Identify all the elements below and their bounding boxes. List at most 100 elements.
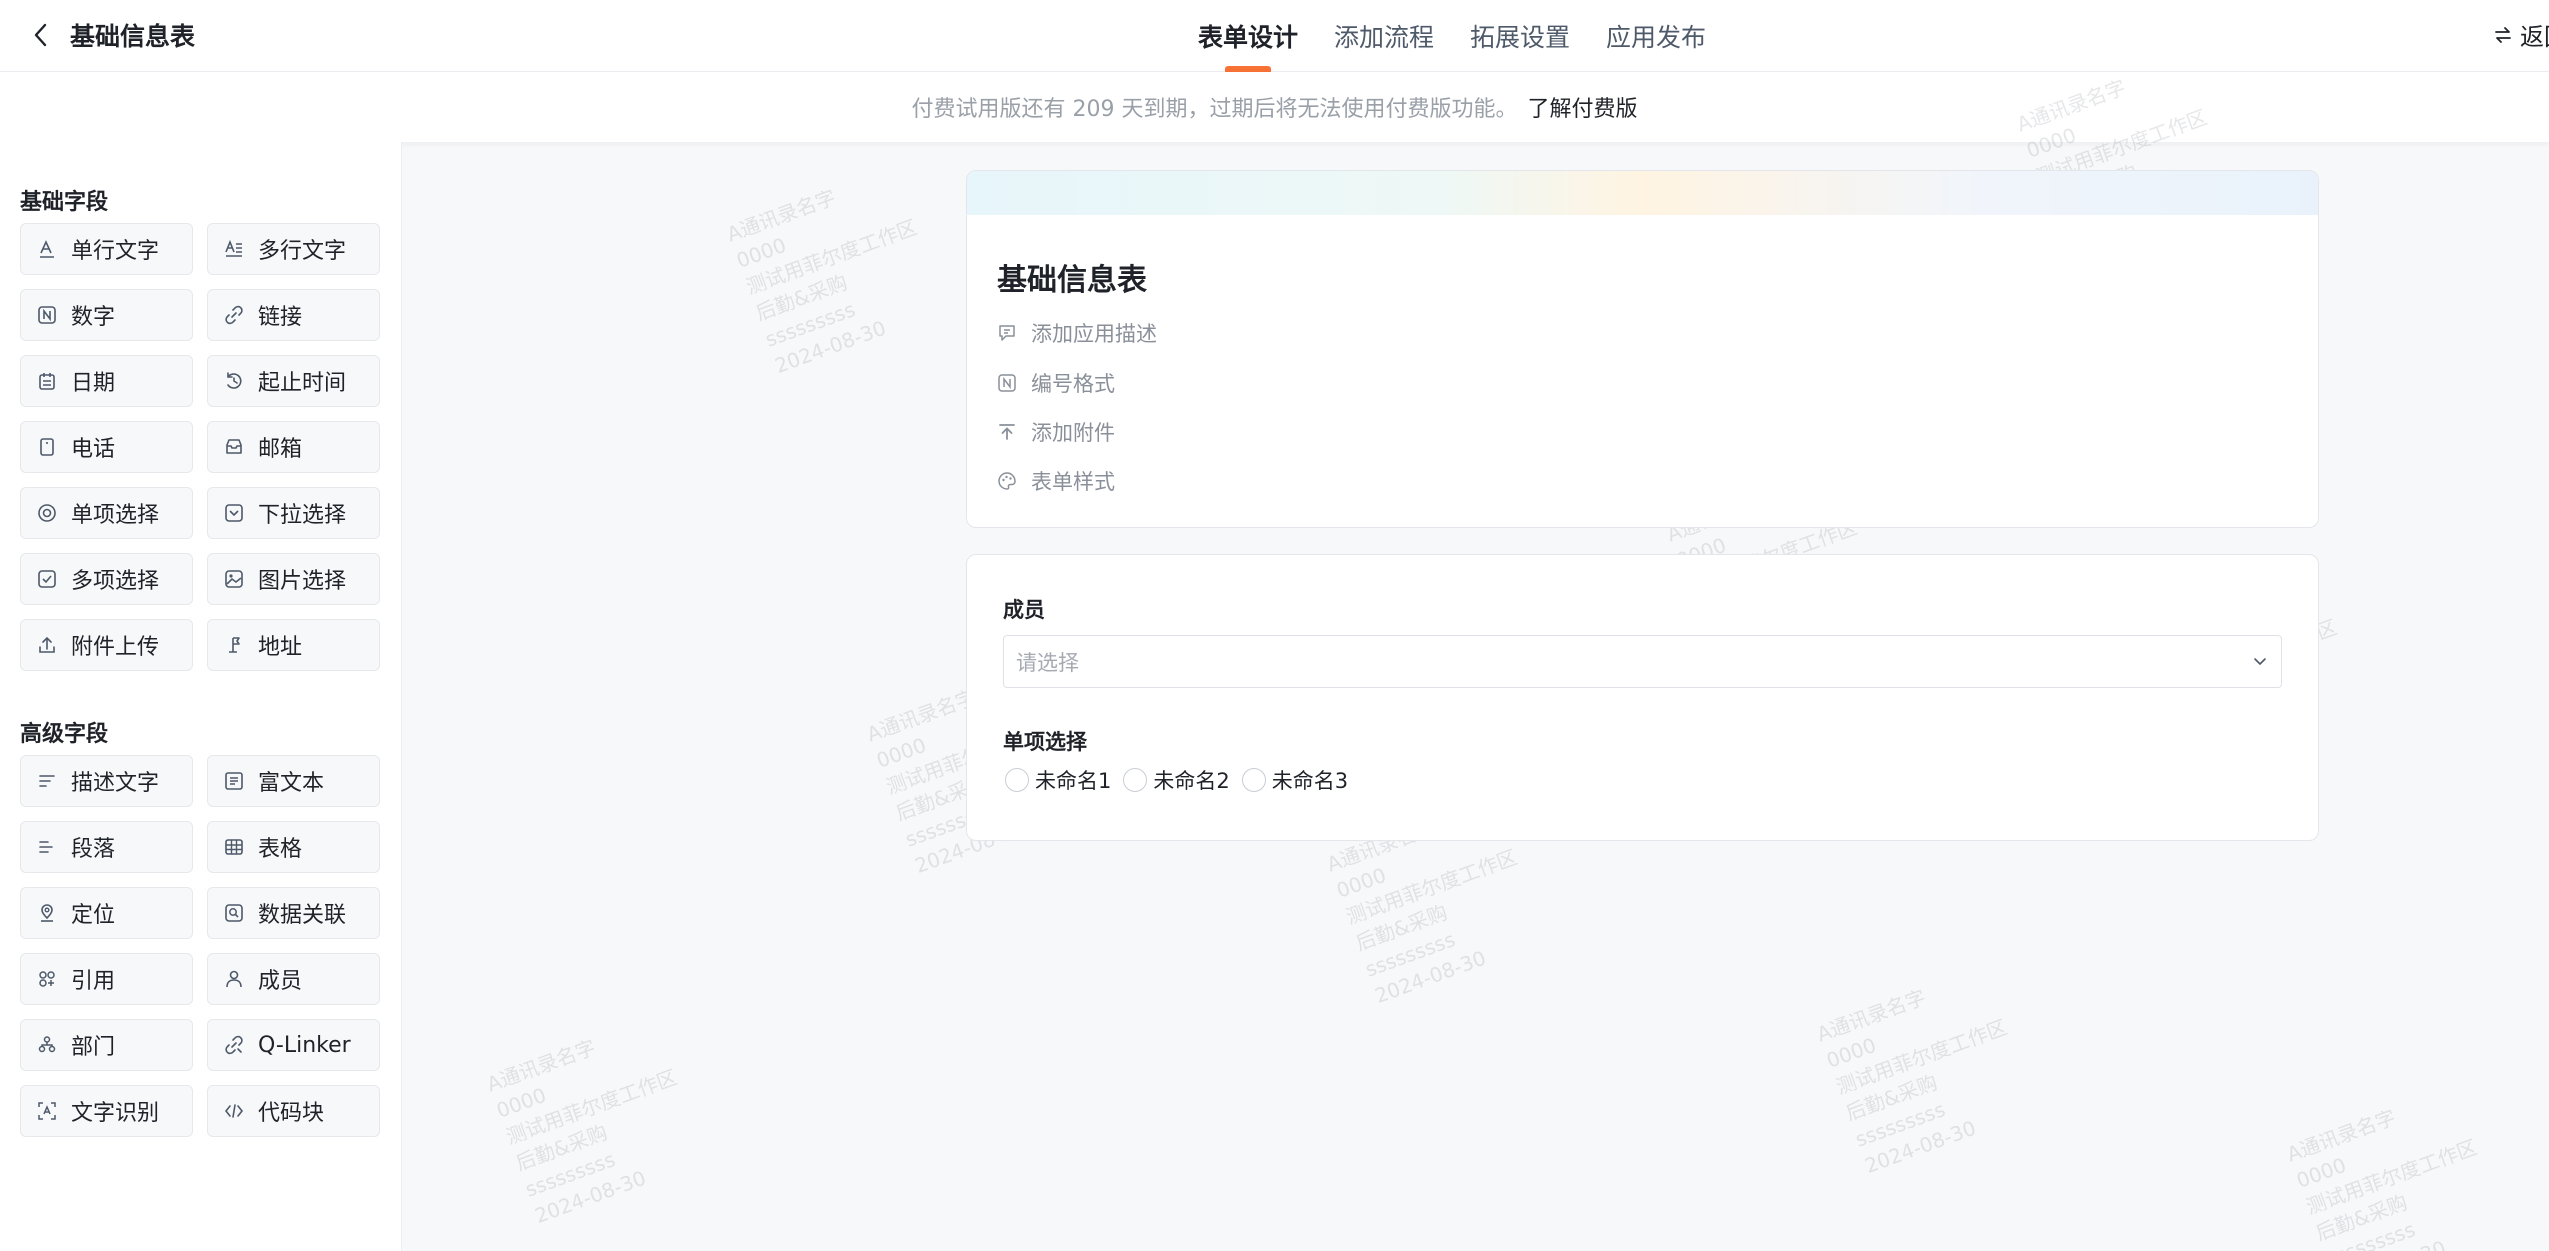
field-number[interactable]: 数字 (20, 289, 193, 341)
field-single-choice[interactable]: 单项选择 (20, 487, 193, 539)
option-label: 编号格式 (1031, 372, 1115, 396)
watermark: A通讯录名字0000测试用菲尔度工作区后勤&采购sssssssss2024-08… (1813, 984, 2011, 1178)
user-icon (224, 969, 244, 989)
description-icon (37, 771, 57, 791)
radio-circle[interactable] (1005, 768, 1029, 792)
field-single-line-text[interactable]: 单行文字 (20, 223, 193, 275)
form-fields-card: 成员 请选择 单项选择 未命名1 未命名2 未命名3 (966, 554, 2319, 841)
radio-option-2[interactable]: 未命名2 (1123, 765, 1230, 795)
time-range-icon (224, 371, 244, 391)
tab-extension-settings[interactable]: 拓展设置 (1452, 0, 1588, 72)
field-phone[interactable]: 电话 (20, 421, 193, 473)
field-image-choice[interactable]: 图片选择 (207, 553, 380, 605)
field-label: Q-Linker (258, 1032, 351, 1058)
field-label: 数据关联 (258, 903, 347, 928)
number-icon (37, 305, 57, 325)
tab-form-design[interactable]: 表单设计 (1180, 0, 1316, 72)
ocr-icon (37, 1101, 57, 1121)
form-style-option[interactable]: 表单样式 (997, 466, 1115, 496)
trial-message: 付费试用版还有 209 天到期，过期后将无法使用付费版功能。 (911, 97, 1518, 122)
palette-icon (998, 472, 1016, 490)
radio-label: 未命名3 (1271, 769, 1349, 793)
field-label: 起止时间 (258, 371, 347, 396)
field-label: 多行文字 (258, 239, 347, 264)
field-label: 附件上传 (71, 635, 160, 660)
field-email[interactable]: 邮箱 (207, 421, 380, 473)
field-label: 富文本 (258, 771, 325, 796)
checkbox-icon (37, 569, 57, 589)
field-multi-line-text[interactable]: 多行文字 (207, 223, 380, 275)
reference-icon (37, 969, 57, 989)
main-tabs: 表单设计 添加流程 拓展设置 应用发布 (1180, 0, 1724, 72)
top-bar: 基础信息表 表单设计 添加流程 拓展设置 应用发布 返回 (0, 0, 2549, 72)
field-location[interactable]: 定位 (20, 887, 193, 939)
field-label: 引用 (71, 969, 116, 994)
field-time-range[interactable]: 起止时间 (207, 355, 380, 407)
number-format-option[interactable]: 编号格式 (997, 368, 1115, 398)
trial-notice: 付费试用版还有 209 天到期，过期后将无法使用付费版功能。 了解付费版 (0, 72, 2549, 142)
mail-icon (224, 437, 244, 457)
member-select-placeholder: 请选择 (1016, 650, 1079, 675)
field-ocr[interactable]: 文字识别 (20, 1085, 193, 1137)
field-reference[interactable]: 引用 (20, 953, 193, 1005)
field-label: 电话 (71, 437, 116, 462)
field-member[interactable]: 成员 (207, 953, 380, 1005)
back-button[interactable] (24, 16, 56, 54)
field-attachment[interactable]: 附件上传 (20, 619, 193, 671)
tab-label: 应用发布 (1606, 23, 1707, 52)
watermark: A通讯录名字0000测试用菲尔度工作区后勤&采购sssssssss2024-08… (2283, 1104, 2481, 1251)
radio-option-1[interactable]: 未命名1 (1005, 765, 1111, 795)
radio-circle[interactable] (1123, 768, 1148, 792)
field-link[interactable]: 链接 (207, 289, 380, 341)
single-choice-field-label: 单项选择 (1003, 730, 1087, 754)
form-title[interactable]: 基础信息表 (997, 255, 1147, 299)
tab-label: 表单设计 (1198, 23, 1299, 52)
field-label: 数字 (71, 305, 116, 330)
option-label: 添加应用描述 (1031, 322, 1157, 346)
rich-text-icon (224, 771, 244, 791)
field-address[interactable]: 地址 (207, 619, 380, 671)
dropdown-icon (224, 503, 244, 523)
field-multi-choice[interactable]: 多项选择 (20, 553, 193, 605)
add-attachment-option[interactable]: 添加附件 (997, 417, 1115, 447)
field-label: 段落 (71, 837, 116, 862)
calendar-icon (37, 371, 57, 391)
field-data-link[interactable]: 数据关联 (207, 887, 380, 939)
field-label: 描述文字 (71, 771, 160, 796)
field-label: 成员 (258, 969, 303, 994)
field-table[interactable]: 表格 (207, 821, 380, 873)
field-label: 图片选择 (258, 569, 347, 594)
tab-label: 拓展设置 (1470, 23, 1571, 52)
field-date[interactable]: 日期 (20, 355, 193, 407)
form-header-card[interactable]: 基础信息表 添加应用描述 编号格式 添加附件 表单样式 (966, 170, 2319, 528)
field-department[interactable]: 部门 (20, 1019, 193, 1071)
field-palette: 基础字段 单行文字 多行文字 数字 链接 日期 起止时间 电话 邮箱 单项选择 … (0, 142, 402, 1251)
field-label: 定位 (71, 903, 116, 928)
learn-paid-link[interactable]: 了解付费版 (1527, 91, 1637, 123)
return-button[interactable]: 返回 (2494, 17, 2549, 52)
advanced-fields-grid: 描述文字 富文本 段落 表格 定位 数据关联 引用 成员 部门 Q-Linker… (20, 755, 380, 1137)
field-paragraph[interactable]: 段落 (20, 821, 193, 873)
tab-add-flow[interactable]: 添加流程 (1316, 0, 1452, 72)
add-description-option[interactable]: 添加应用描述 (997, 318, 1157, 348)
basic-fields-title: 基础字段 (20, 190, 109, 215)
watermark: A通讯录名字0000测试用菲尔度工作区后勤&采购sssssssss2024-08… (483, 1034, 681, 1228)
multi-line-text-icon (224, 239, 244, 259)
field-label: 单项选择 (71, 503, 160, 528)
option-label: 表单样式 (1031, 470, 1115, 494)
map-pin-icon (224, 635, 244, 655)
single-choice-options: 未命名1 未命名2 未命名3 (1005, 765, 1348, 795)
field-dropdown[interactable]: 下拉选择 (207, 487, 380, 539)
field-label: 单行文字 (71, 239, 160, 264)
field-label: 代码块 (258, 1101, 325, 1126)
field-description-text[interactable]: 描述文字 (20, 755, 193, 807)
radio-circle[interactable] (1241, 768, 1266, 792)
field-rich-text[interactable]: 富文本 (207, 755, 380, 807)
tab-app-publish[interactable]: 应用发布 (1588, 0, 1724, 72)
field-label: 多项选择 (71, 569, 160, 594)
member-select[interactable]: 请选择 (1003, 635, 2282, 688)
radio-option-3[interactable]: 未命名3 (1241, 765, 1349, 795)
radio-label: 未命名1 (1035, 769, 1112, 793)
field-q-linker[interactable]: Q-Linker (207, 1019, 380, 1071)
field-code-block[interactable]: 代码块 (207, 1085, 380, 1137)
